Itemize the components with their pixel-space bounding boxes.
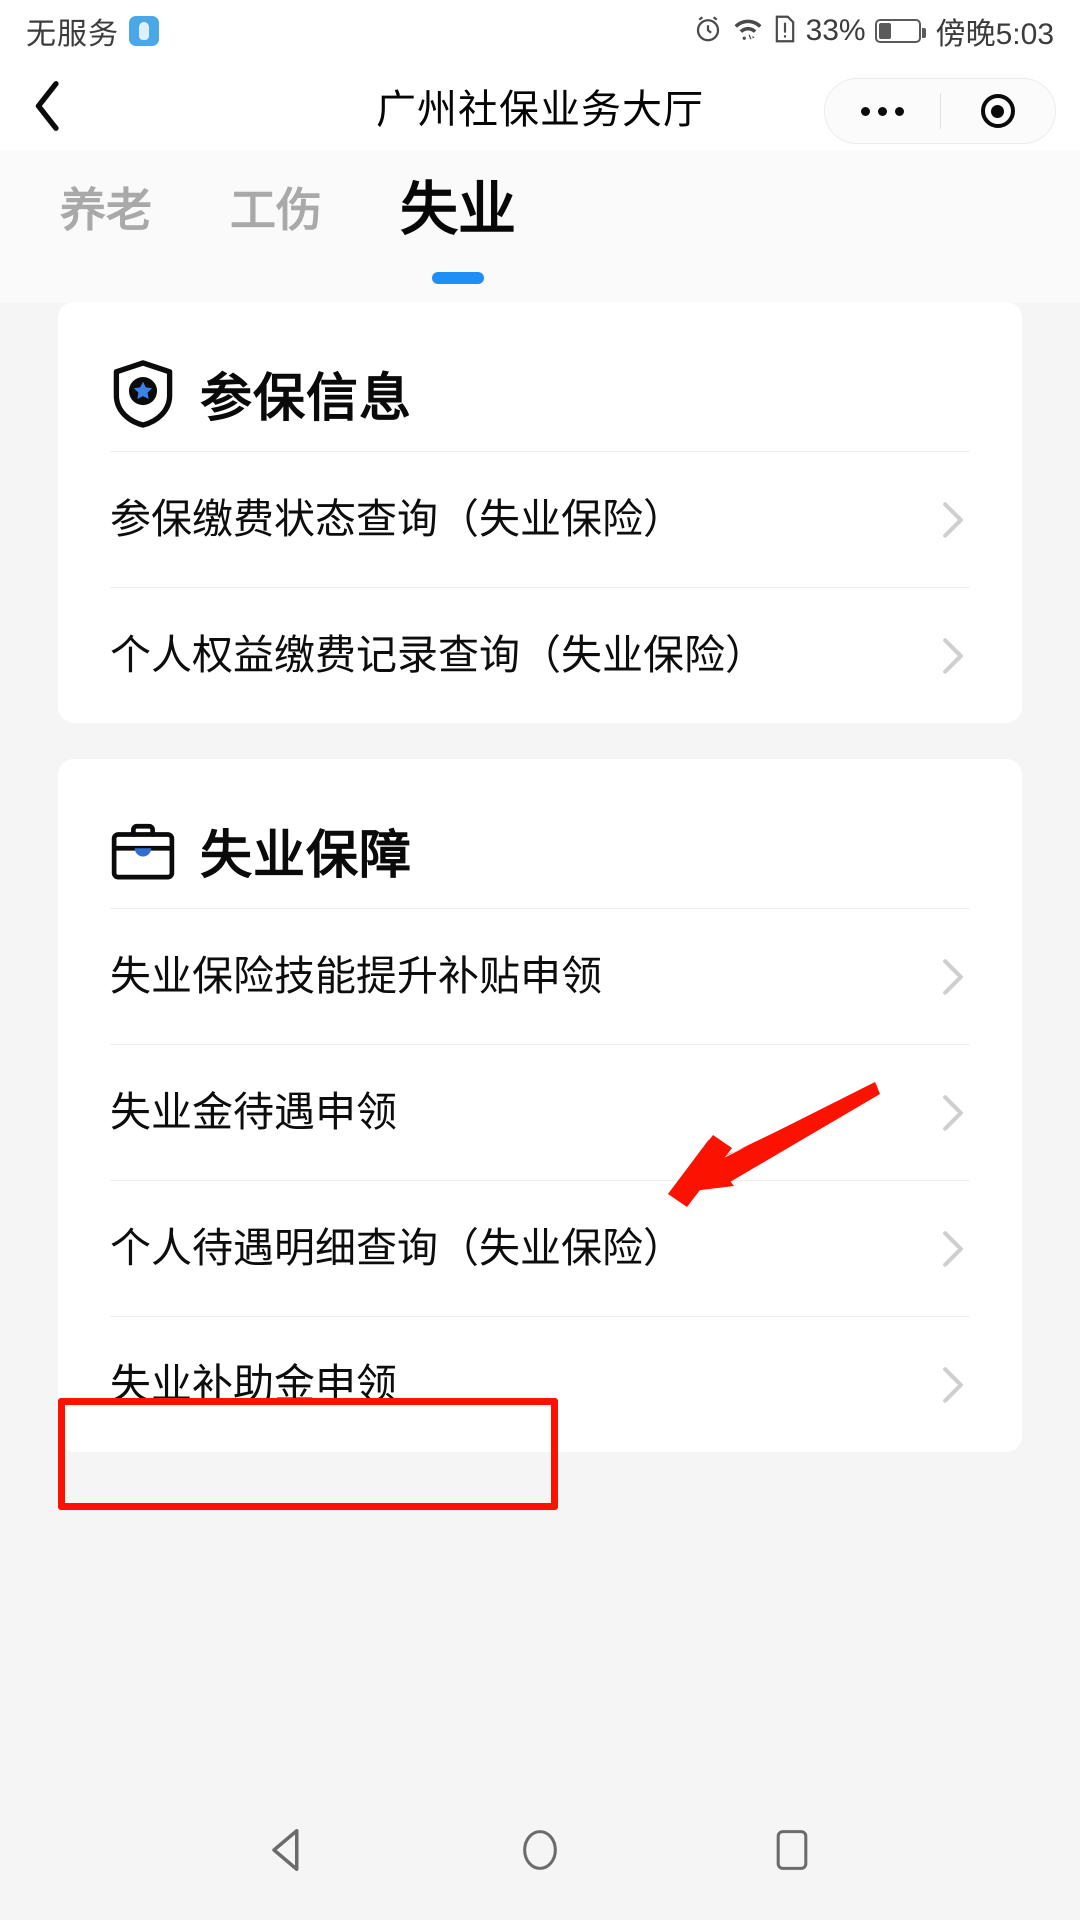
list-item-label: 个人待遇明细查询（失业保险） [110,1224,684,1271]
list-item-label: 失业补助金申领 [110,1360,397,1407]
sim-warning-icon [773,14,797,49]
circle-home-icon [523,1830,557,1870]
card-title: 参保信息 [200,370,413,428]
square-recents-icon [776,1830,808,1870]
list-item-label: 失业保险技能提升补贴申领 [110,952,602,999]
chevron-right-icon [943,1230,963,1267]
list-item-label: 个人权益缴费记录查询（失业保险） [110,631,766,678]
card-header: 失业保障 [110,759,970,908]
content-scroll-area[interactable]: 参保信息 参保缴费状态查询（失业保险） 个人权益缴费记录查询（失业保险） 失业保… [0,302,1080,1782]
tab-unemployment[interactable]: 失业 [380,150,536,284]
tab-pension[interactable]: 养老 [40,150,172,270]
active-tab-indicator [432,272,484,284]
shield-star-icon [113,359,173,428]
status-bar-right: 33% 傍晚5:03 [693,9,1054,53]
wechat-badge-icon [129,16,159,46]
category-tabs: 养老 工伤 失业 [0,150,1080,302]
clock-label: 傍晚5:03 [935,18,1054,51]
phone-screen: 无服务 33% 傍晚5:03 广州社保业务大厅 养老 工伤 失业 参保信息 参保… [0,0,1080,1920]
list-item[interactable]: 参保缴费状态查询（失业保险） [110,451,970,587]
briefcase-icon [111,823,175,879]
card-header: 参保信息 [110,302,970,451]
list-item[interactable]: 失业保险技能提升补贴申领 [110,908,970,1044]
chevron-right-icon [943,501,963,538]
system-recents-button[interactable] [747,1805,837,1895]
tab-label: 养老 [60,184,152,236]
list-item-label: 参保缴费状态查询（失业保险） [110,495,684,542]
list-item[interactable]: 个人待遇明细查询（失业保险） [110,1180,970,1316]
close-button[interactable] [941,79,1056,143]
battery-icon [874,19,926,43]
chevron-right-icon [943,1366,963,1403]
chevron-left-icon [35,81,59,131]
list-item-label: 失业金待遇申领 [110,1088,397,1135]
status-bar: 无服务 33% 傍晚5:03 [0,0,1080,62]
chevron-right-icon [943,637,963,674]
back-button[interactable] [0,62,96,150]
battery-percent-label: 33% [805,14,866,47]
more-dots-icon [860,106,904,116]
mini-program-capsule [824,78,1056,144]
android-system-nav [0,1780,1080,1920]
list-item[interactable]: 失业补助金申领 [110,1316,970,1452]
chevron-right-icon [943,1094,963,1131]
carrier-label: 无服务 [26,18,119,51]
more-button[interactable] [825,79,940,143]
system-back-button[interactable] [243,1805,333,1895]
wifi-icon [732,14,764,49]
card-insurance-info: 参保信息 参保缴费状态查询（失业保险） 个人权益缴费记录查询（失业保险） [58,302,1022,723]
tab-label: 失业 [400,177,517,242]
triangle-back-icon [272,1829,299,1871]
navigation-bar: 广州社保业务大厅 [0,62,1080,150]
system-home-button[interactable] [495,1805,585,1895]
chevron-right-icon [943,958,963,995]
status-bar-left: 无服务 [26,9,159,53]
tab-work-injury[interactable]: 工伤 [210,150,342,270]
card-unemployment-benefits: 失业保障 失业保险技能提升补贴申领 失业金待遇申领 个人待遇明细查询（失业保险）… [58,759,1022,1452]
list-item-unemployment-claim[interactable]: 失业金待遇申领 [110,1044,970,1180]
tab-label: 工伤 [230,184,322,236]
card-title: 失业保障 [200,827,413,885]
alarm-icon [693,14,723,49]
target-circle-icon [980,94,1015,128]
list-item[interactable]: 个人权益缴费记录查询（失业保险） [110,587,970,723]
